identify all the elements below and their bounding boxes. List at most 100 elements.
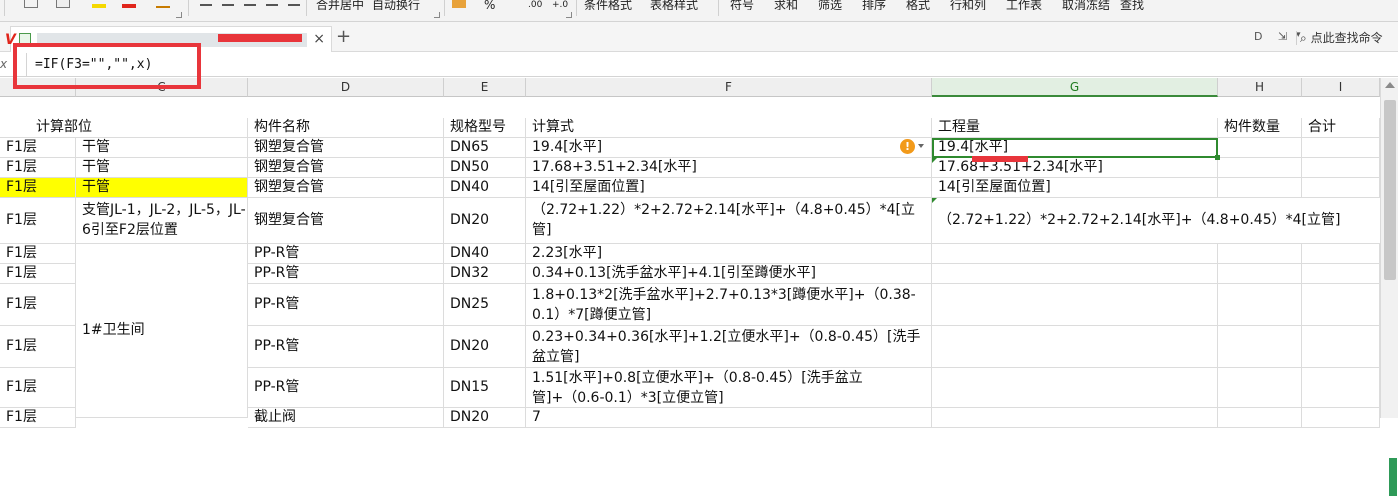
cell-name[interactable]: 截止阀 <box>248 408 444 428</box>
cell-spec[interactable]: DN32 <box>444 264 526 284</box>
border-icon[interactable] <box>24 0 38 8</box>
cell-floor[interactable]: F1层 <box>0 198 76 244</box>
header-calc-part[interactable]: 计算部位 <box>0 118 248 138</box>
cell-floor[interactable]: F1层 <box>0 244 76 264</box>
cell-spec[interactable]: DN50 <box>444 158 526 178</box>
cell-count[interactable] <box>1218 178 1302 198</box>
cell-part[interactable]: 支管JL-1，JL-2，JL-5，JL-6引至F2层位置 <box>76 198 248 244</box>
header-formula[interactable]: 计算式 <box>526 118 932 138</box>
font-dialog-icon[interactable] <box>176 12 182 18</box>
rows-cols-button[interactable]: 行和列 <box>950 0 986 10</box>
sum-button[interactable]: 求和 <box>774 0 798 10</box>
cell-name[interactable]: PP-R管 <box>248 326 444 368</box>
align-left-icon[interactable] <box>200 0 212 6</box>
cell-quantity[interactable] <box>932 326 1218 368</box>
formula-input[interactable]: =IF(F3="","",x) <box>26 53 1398 76</box>
cell-quantity[interactable] <box>932 368 1218 408</box>
cell-formula[interactable]: （2.72+1.22）*2+2.72+2.14[水平]+（4.8+0.45）*4… <box>526 198 932 244</box>
cell-spec[interactable]: DN15 <box>444 368 526 408</box>
conditional-format-button[interactable]: 条件格式 <box>584 0 632 10</box>
cell-name[interactable]: 钢塑复合管 <box>248 178 444 198</box>
cell-total[interactable] <box>1302 178 1380 198</box>
cell-total[interactable] <box>1302 244 1380 264</box>
cell-floor-highlighted[interactable]: F1层 <box>0 178 76 198</box>
cell-floor[interactable]: F1层 <box>0 326 76 368</box>
fill-pattern-icon[interactable] <box>56 0 70 8</box>
cell-total[interactable] <box>1302 158 1380 178</box>
cell-part[interactable]: 干管 <box>76 138 248 158</box>
cell-floor[interactable]: F1层 <box>0 368 76 408</box>
merge-center-button[interactable]: 合并居中 <box>316 0 364 10</box>
cell-spec[interactable]: DN65 <box>444 138 526 158</box>
cell-formula[interactable]: 7 <box>526 408 932 428</box>
cell-total[interactable] <box>1302 326 1380 368</box>
number-dialog-icon[interactable] <box>566 12 572 18</box>
cell-spec[interactable]: DN40 <box>444 178 526 198</box>
header-spec[interactable]: 规格型号 <box>444 118 526 138</box>
font-color-icon[interactable] <box>122 4 136 8</box>
cell-quantity[interactable] <box>932 264 1218 284</box>
cell-spec[interactable]: DN20 <box>444 408 526 428</box>
scroll-thumb[interactable] <box>1384 100 1396 280</box>
fill-color-icon[interactable] <box>92 4 106 8</box>
cell-part-highlighted[interactable]: 干管 <box>76 178 248 198</box>
justify-icon[interactable] <box>266 0 278 6</box>
increase-decimal-button[interactable]: .00 <box>528 0 542 10</box>
cell-formula[interactable]: 2.23[水平] <box>526 244 932 264</box>
table-style-button[interactable]: 表格样式 <box>650 0 698 10</box>
header-component-name[interactable]: 构件名称 <box>248 118 444 138</box>
cell-count[interactable] <box>1218 284 1302 326</box>
align-right-icon[interactable] <box>244 0 256 6</box>
command-search[interactable]: ⌕ 点此查找命令 <box>1300 29 1383 46</box>
cell-total[interactable] <box>1302 264 1380 284</box>
cell-total[interactable] <box>1302 408 1380 428</box>
header-component-count[interactable]: 构件数量 <box>1218 118 1302 138</box>
cell-formula[interactable]: 17.68+3.51+2.34[水平] <box>526 158 932 178</box>
cell-quantity[interactable]: 14[引至屋面位置] <box>932 178 1218 198</box>
cell-floor[interactable]: F1层 <box>0 408 76 428</box>
wrap-text-button[interactable]: 自动换行 <box>372 0 420 10</box>
cell-count[interactable] <box>1218 158 1302 178</box>
cell-name[interactable]: 钢塑复合管 <box>248 138 444 158</box>
cell-spec[interactable]: DN25 <box>444 284 526 326</box>
cell-spec[interactable]: DN20 <box>444 198 526 244</box>
cell-count[interactable] <box>1218 244 1302 264</box>
align-dialog-icon[interactable] <box>434 12 440 18</box>
cell-count[interactable] <box>1218 326 1302 368</box>
share-icon[interactable]: ⇲ <box>1278 30 1287 43</box>
column-header-e[interactable]: E <box>444 78 526 97</box>
cell-floor[interactable]: F1层 <box>0 158 76 178</box>
side-panel-tab[interactable] <box>1389 458 1397 496</box>
column-header-f[interactable]: F <box>526 78 932 97</box>
cell-spec[interactable]: DN20 <box>444 326 526 368</box>
cell-name[interactable]: 钢塑复合管 <box>248 158 444 178</box>
cell-name[interactable]: PP-R管 <box>248 264 444 284</box>
collaborate-icon[interactable]: D <box>1254 30 1262 43</box>
header-total[interactable]: 合计 <box>1302 118 1380 138</box>
symbol-button[interactable]: 符号 <box>730 0 754 10</box>
cell-count[interactable] <box>1218 138 1302 158</box>
currency-icon[interactable] <box>452 0 466 8</box>
column-header-d[interactable]: D <box>248 78 444 97</box>
cell-count[interactable] <box>1218 368 1302 408</box>
cell-count[interactable] <box>1218 264 1302 284</box>
fx-icon[interactable]: x <box>0 57 7 71</box>
cell-name[interactable]: PP-R管 <box>248 284 444 326</box>
error-warning-icon[interactable]: ! <box>900 139 915 154</box>
cell-quantity[interactable] <box>932 244 1218 264</box>
cell-quantity-active[interactable]: 19.4[水平] <box>932 138 1218 158</box>
cell-formula[interactable]: 0.34+0.13[洗手盆水平]+4.1[引至蹲便水平] <box>526 264 932 284</box>
cell-formula[interactable]: 1.51[水平]+0.8[立便水平]+（0.8-0.45）[洗手盆立管]+（0.… <box>526 368 932 408</box>
cell-floor[interactable]: F1层 <box>0 264 76 284</box>
cell-quantity[interactable] <box>932 408 1218 428</box>
cell-quantity-overflow[interactable]: （2.72+1.22）*2+2.72+2.14[水平]+（4.8+0.45）*4… <box>932 198 1380 244</box>
cell-count[interactable] <box>1218 408 1302 428</box>
close-tab-icon[interactable]: × <box>313 31 325 47</box>
cell-quantity[interactable] <box>932 284 1218 326</box>
header-quantity[interactable]: 工程量 <box>932 118 1218 138</box>
cell-name[interactable]: PP-R管 <box>248 368 444 408</box>
worksheet-button[interactable]: 工作表 <box>1006 0 1042 10</box>
cell-part-merged[interactable]: 1#卫生间 <box>76 244 248 418</box>
format-button[interactable]: 格式 <box>906 0 930 10</box>
fill-handle[interactable] <box>1215 155 1220 160</box>
